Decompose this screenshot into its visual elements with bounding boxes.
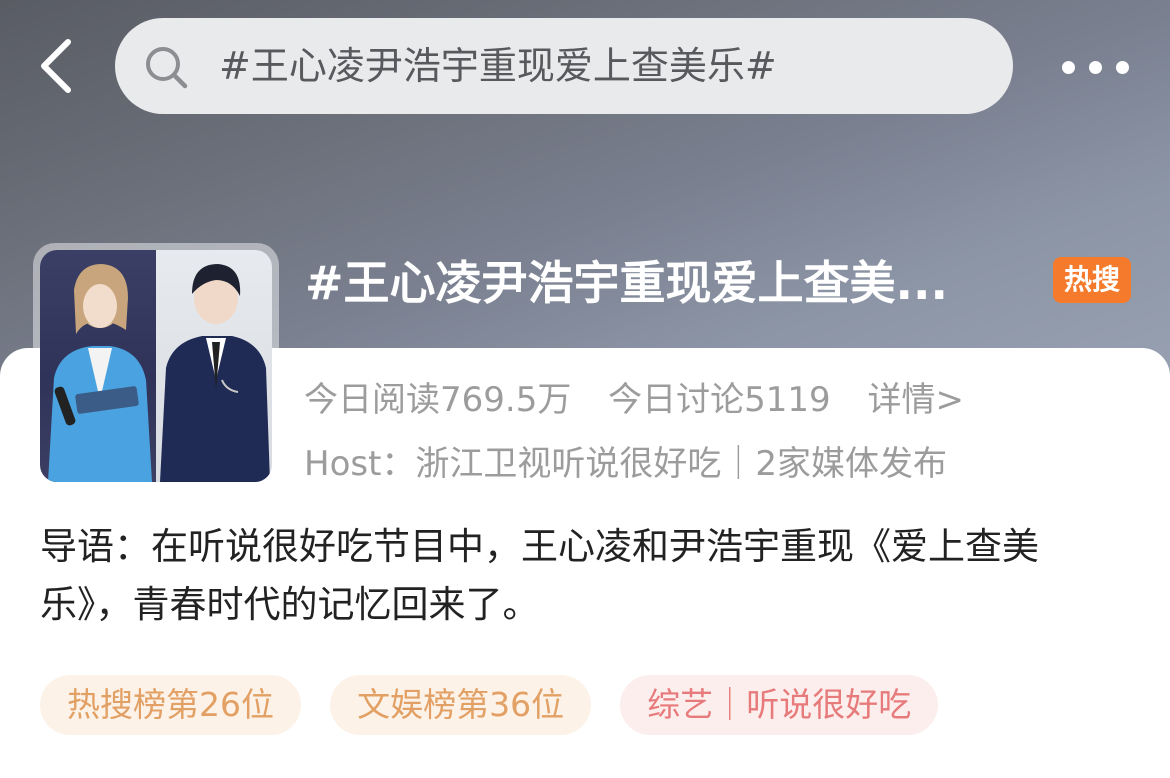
search-bar[interactable]: #王心凌尹浩宇重现爱上查美乐# xyxy=(115,18,1013,114)
today-discussions: 今日讨论5119 xyxy=(608,380,831,420)
topic-intro: 导语：在听说很好吃节目中，王心凌和尹浩宇重现《爱上查美乐》，青春时代的记忆回来了… xyxy=(40,525,1039,626)
today-reads: 今日阅读769.5万 xyxy=(304,380,572,420)
search-query: #王心凌尹浩宇重现爱上查美乐# xyxy=(219,44,777,88)
tag-variety-show[interactable]: 综艺｜听说很好吃 xyxy=(620,675,939,735)
back-arrow-icon xyxy=(41,39,71,93)
topic-thumbnail[interactable] xyxy=(33,243,279,489)
tag-entertainment-rank[interactable]: 文娱榜第36位 xyxy=(330,675,592,735)
detail-link[interactable]: 详情> xyxy=(868,380,965,420)
thumbnail-photo-right xyxy=(156,250,272,482)
tag-hot-search-rank[interactable]: 热搜榜第26位 xyxy=(40,675,301,735)
search-icon xyxy=(146,47,188,89)
more-dots-icon xyxy=(1062,61,1075,74)
topic-stats: 今日阅读769.5万 今日讨论5119 详情> xyxy=(304,372,990,421)
thumbnail-photo-left xyxy=(40,250,156,482)
hot-search-badge: 热搜 xyxy=(1053,257,1131,303)
more-button[interactable] xyxy=(1052,48,1138,88)
host-info[interactable]: Host：浙江卫视听说很好吃｜2家媒体发布 xyxy=(304,436,947,485)
topic-title: #王心凌尹浩宇重现爱上查美... xyxy=(305,256,948,310)
back-button[interactable] xyxy=(32,36,82,96)
topic-tags: 热搜榜第26位 文娱榜第36位 综艺｜听说很好吃 xyxy=(40,675,962,735)
